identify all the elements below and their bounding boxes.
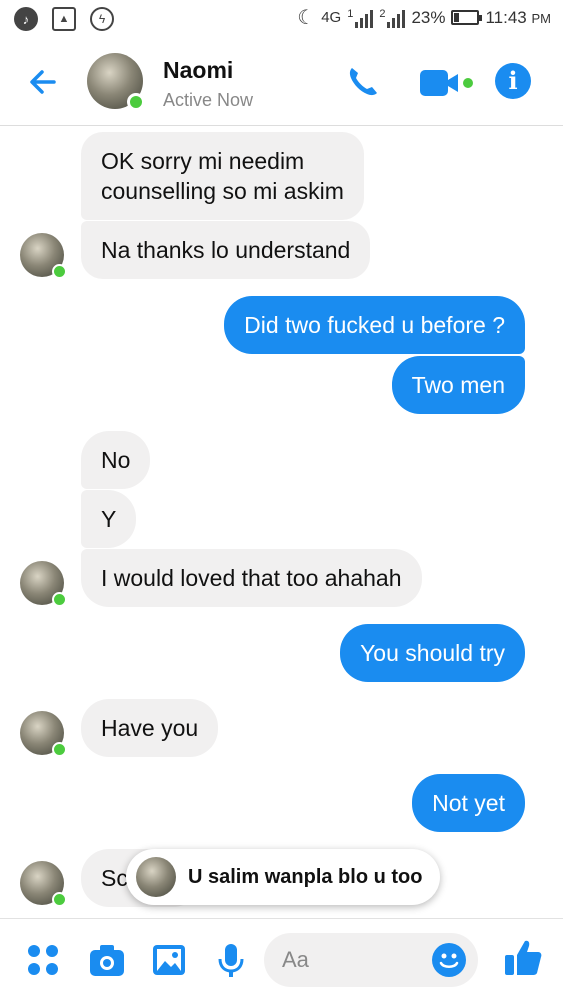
video-call-icon[interactable]: [418, 66, 478, 100]
message-composer: Aa: [0, 918, 563, 1000]
message-bubble-incoming[interactable]: No: [81, 431, 151, 489]
sender-avatar[interactable]: [20, 711, 67, 757]
phone-call-icon[interactable]: [343, 62, 383, 102]
grid-icon[interactable]: [24, 941, 62, 979]
status-bar: ♪ ▲ ϟ ☾ 4G 1 2 23% 11:43 PM: [0, 0, 563, 38]
message-text: counselling so mi askim: [101, 178, 344, 204]
back-arrow-icon[interactable]: [24, 62, 64, 102]
battery-percent: 23%: [411, 7, 446, 27]
message-bubble-outgoing[interactable]: You should try: [340, 624, 525, 682]
emoji-icon[interactable]: [432, 943, 466, 977]
message-bubble-incoming[interactable]: OK sorry mi needim counselling so mi ask…: [81, 132, 364, 220]
online-indicator: [52, 892, 67, 907]
music-notification-icon: ♪: [14, 7, 38, 31]
sender-avatar[interactable]: [20, 233, 67, 279]
message-text: OK sorry mi needim: [101, 148, 305, 174]
sim1-signal-icon: 1: [347, 8, 374, 28]
message-input-placeholder: Aa: [282, 947, 309, 972]
message-bubble-outgoing[interactable]: Did two fucked u before ?: [224, 296, 525, 354]
message-bubble-incoming[interactable]: Na thanks lo understand: [81, 221, 371, 279]
online-indicator: [52, 742, 67, 757]
chat-head-message: U salim wanpla blo u too: [188, 865, 423, 888]
sender-avatar[interactable]: [20, 561, 67, 607]
camera-icon[interactable]: [88, 941, 126, 979]
message-bubble-incoming[interactable]: Have you: [81, 699, 219, 757]
message-input[interactable]: Aa: [264, 933, 478, 987]
online-indicator: [52, 592, 67, 607]
clock: 11:43 PM: [485, 7, 551, 27]
do-not-disturb-icon: ☾: [297, 7, 316, 29]
microphone-icon[interactable]: [212, 941, 250, 979]
info-icon[interactable]: i: [495, 63, 531, 99]
contact-status: Active Now: [163, 90, 254, 110]
message-bubble-incoming[interactable]: Y: [81, 490, 137, 548]
message-bubble-outgoing[interactable]: Two men: [391, 356, 525, 414]
message-bubble-incoming[interactable]: I would loved that too ahahah: [81, 549, 422, 607]
sender-avatar[interactable]: [20, 861, 67, 907]
contact-name[interactable]: Naomi: [163, 57, 233, 84]
message-bubble-outgoing[interactable]: Not yet: [412, 774, 525, 832]
chat-head-preview[interactable]: U salim wanpla blo u too: [126, 849, 441, 905]
battery-icon: [451, 10, 483, 25]
conversation-header: Naomi Active Now i: [0, 38, 563, 126]
image-icon[interactable]: [150, 941, 188, 979]
messenger-notification-icon: ϟ: [90, 7, 114, 31]
gallery-notification-icon: ▲: [52, 7, 76, 31]
online-indicator: [52, 264, 67, 279]
thumbs-up-icon[interactable]: [503, 937, 543, 979]
sim2-signal-icon: 2: [379, 8, 406, 28]
chat-head-avatar[interactable]: [136, 857, 176, 897]
network-type: 4G: [321, 9, 342, 26]
online-indicator: [127, 93, 145, 111]
